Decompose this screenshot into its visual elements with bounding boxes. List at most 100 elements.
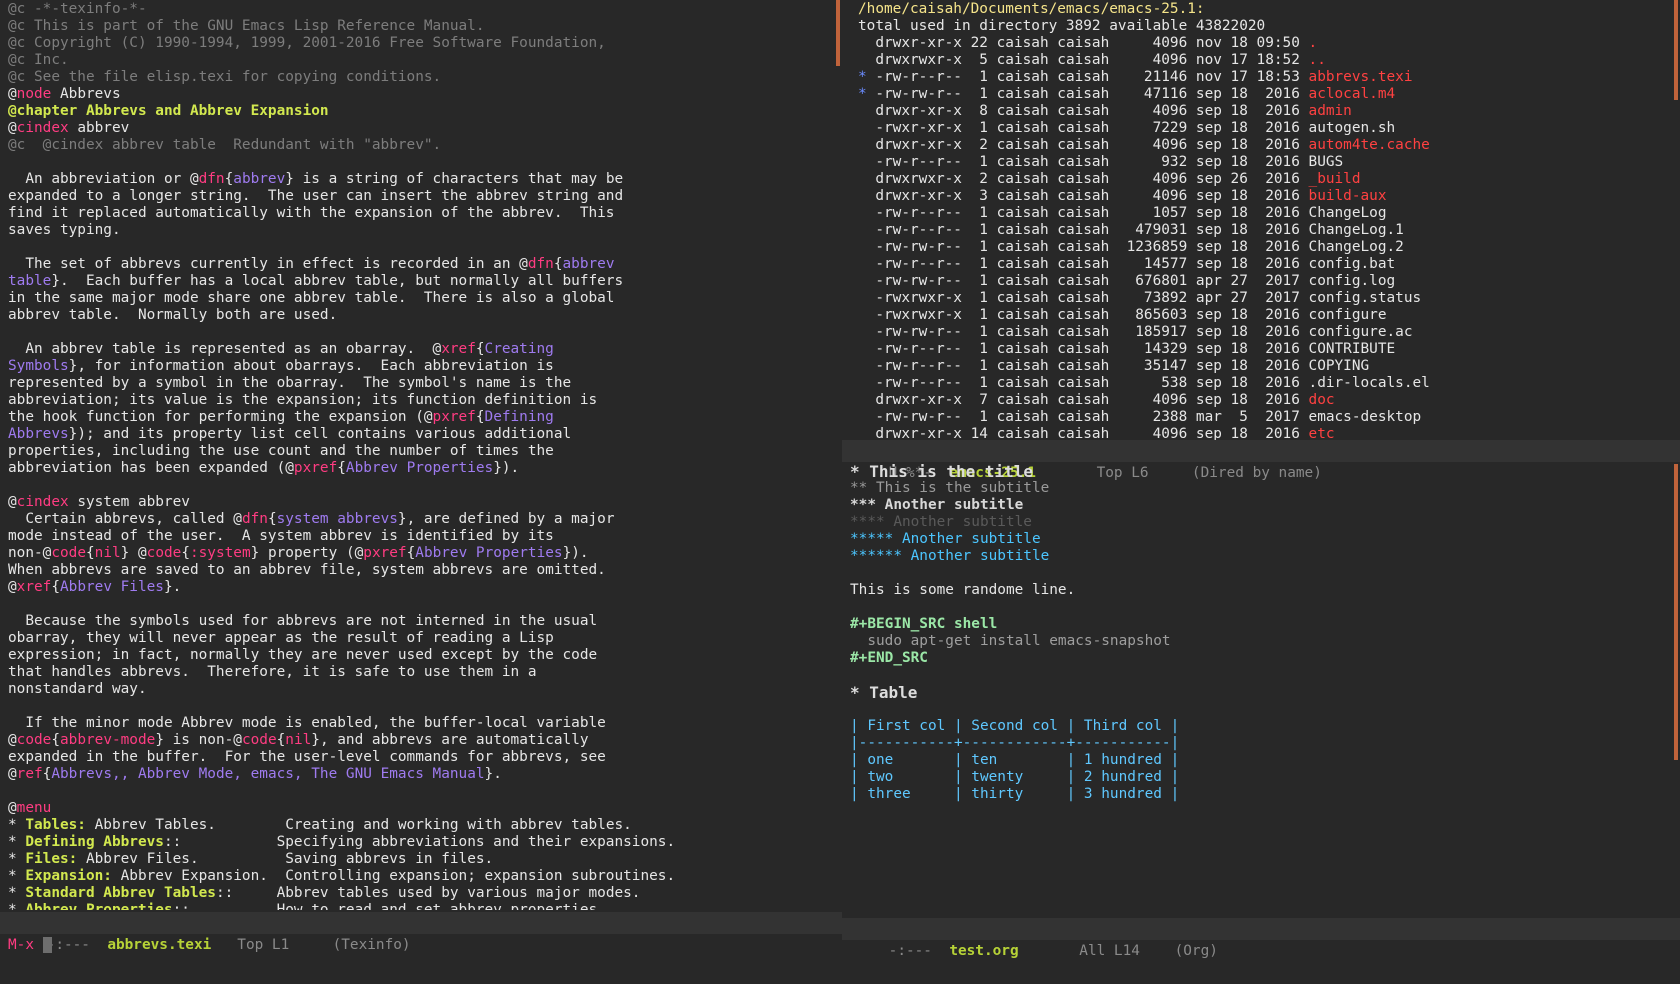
text-segment: This is some randome line. <box>850 582 1076 598</box>
dired-file-row[interactable]: drwxrwxr-x 5 caisah caisah 4096 nov 17 1… <box>858 52 1680 69</box>
minibuffer[interactable]: M-x <box>0 934 1680 956</box>
dired-mark <box>858 239 867 255</box>
dired-file-row[interactable]: -rw-r--r-- 1 caisah caisah 14329 sep 18 … <box>858 341 1680 358</box>
dired-file-name[interactable]: configure.ac <box>1309 324 1413 340</box>
dired-file-name[interactable]: COPYING <box>1309 358 1370 374</box>
dired-file-row[interactable]: drwxr-xr-x 14 caisah caisah 4096 sep 18 … <box>858 426 1680 440</box>
dired-file-row[interactable]: drwxr-xr-x 7 caisah caisah 4096 sep 18 2… <box>858 392 1680 409</box>
text-segment: abbrev <box>233 171 286 187</box>
dired-file-name[interactable]: _build <box>1309 171 1361 187</box>
dired-file-row[interactable]: * -rw-r--r-- 1 caisah caisah 21146 nov 1… <box>858 69 1680 86</box>
text-segment: @c This is part of the GNU Emacs Lisp Re… <box>8 18 485 34</box>
dired-file-row[interactable]: drwxr-xr-x 8 caisah caisah 4096 sep 18 2… <box>858 103 1680 120</box>
dired-file-name[interactable]: BUGS <box>1309 154 1344 170</box>
text-segment: { <box>51 579 60 595</box>
dired-file-row[interactable]: -rw-r--r-- 1 caisah caisah 35147 sep 18 … <box>858 358 1680 375</box>
dired-file-name[interactable]: CONTRIBUTE <box>1309 341 1396 357</box>
text-segment: the hook function for performing the exp… <box>8 409 433 425</box>
org-buffer-text[interactable]: * This is the title ** This is the subtit… <box>842 462 1680 803</box>
text-line: If the minor mode Abbrev mode is enabled… <box>8 715 842 732</box>
dired-file-name[interactable]: config.status <box>1309 290 1422 306</box>
dired-file-row[interactable]: -rwxrwxr-x 1 caisah caisah 73892 apr 27 … <box>858 290 1680 307</box>
dired-file-name[interactable]: ChangeLog <box>1309 205 1387 221</box>
text-segment: Tables: <box>25 817 86 833</box>
dired-file-name[interactable]: autom4te.cache <box>1309 137 1430 153</box>
dired-file-row[interactable]: -rw-r--r-- 1 caisah caisah 1057 sep 18 2… <box>858 205 1680 222</box>
text-line <box>8 477 842 494</box>
text-line: nonstandard way. <box>8 681 842 698</box>
text-line: ****** Another subtitle <box>850 548 1680 565</box>
dired-file-row[interactable]: -rw-rw-r-- 1 caisah caisah 2388 mar 5 20… <box>858 409 1680 426</box>
dired-file-meta: -rw-r--r-- 1 caisah caisah 1057 sep 18 2… <box>866 205 1309 221</box>
text-line: @c Copyright (C) 1990-1994, 1999, 2001-2… <box>8 35 842 52</box>
dired-file-row[interactable]: -rw-r--r-- 1 caisah caisah 932 sep 18 20… <box>858 154 1680 171</box>
dired-file-meta: -rw-r--r-- 1 caisah caisah 21146 nov 17 … <box>866 69 1309 85</box>
dired-window[interactable]: /home/caisah/Documents/emacs/emacs-25.1:… <box>842 0 1680 440</box>
dired-file-row[interactable]: drwxr-xr-x 22 caisah caisah 4096 nov 18 … <box>858 35 1680 52</box>
dired-file-row[interactable]: * -rw-rw-r-- 1 caisah caisah 47116 sep 1… <box>858 86 1680 103</box>
dired-file-name[interactable]: . <box>1309 35 1318 51</box>
org-window[interactable]: * This is the title ** This is the subtit… <box>842 462 1680 908</box>
dired-file-row[interactable]: -rw-rw-r-- 1 caisah caisah 676801 apr 27… <box>858 273 1680 290</box>
dired-file-row[interactable]: -rw-r--r-- 1 caisah caisah 479031 sep 18… <box>858 222 1680 239</box>
text-segment: expanded to a longer string. The user ca… <box>8 188 624 204</box>
text-segment: pxref <box>363 545 407 561</box>
text-segment: :system <box>189 545 251 561</box>
text-segment: @c See the file elisp.texi for copying c… <box>8 69 442 85</box>
dired-file-name[interactable]: ChangeLog.2 <box>1309 239 1404 255</box>
dired-file-name[interactable]: abbrevs.texi <box>1309 69 1413 85</box>
dired-file-row[interactable]: -rw-r--r-- 1 caisah caisah 538 sep 18 20… <box>858 375 1680 392</box>
dired-file-name[interactable]: .dir-locals.el <box>1309 375 1430 391</box>
dired-file-name[interactable]: aclocal.m4 <box>1309 86 1396 102</box>
text-segment: dfn <box>527 256 554 272</box>
text-line <box>8 783 842 800</box>
dired-file-name[interactable]: configure <box>1309 307 1387 323</box>
text-line: * This is the title <box>850 463 1680 480</box>
dired-file-name[interactable]: ChangeLog.1 <box>1309 222 1404 238</box>
text-line: * Defining Abbrevs:: Specifying abbrevia… <box>8 834 842 851</box>
dired-file-row[interactable]: drwxrwxr-x 2 caisah caisah 4096 sep 26 2… <box>858 171 1680 188</box>
dired-file-name[interactable]: etc <box>1309 426 1335 440</box>
text-segment: abbrev <box>562 256 615 272</box>
dired-file-meta: -rw-r--r-- 1 caisah caisah 35147 sep 18 … <box>866 358 1309 374</box>
text-line: find it replaced automatically with the … <box>8 205 842 222</box>
dired-mark: * <box>858 86 867 102</box>
text-segment: abbrev table. Normally both are used. <box>8 307 338 323</box>
dired-file-name[interactable]: .. <box>1309 52 1326 68</box>
text-line: @menu <box>8 800 842 817</box>
dired-file-name[interactable]: autogen.sh <box>1309 120 1396 136</box>
text-segment: }). <box>493 460 520 476</box>
dired-file-name[interactable]: config.log <box>1309 273 1396 289</box>
text-line: ***** Another subtitle <box>850 531 1680 548</box>
dired-file-name[interactable]: emacs-desktop <box>1309 409 1422 425</box>
text-segment: { <box>337 460 346 476</box>
dired-file-name[interactable]: build-aux <box>1309 188 1387 204</box>
text-line <box>8 698 842 715</box>
dired-file-row[interactable]: drwxr-xr-x 3 caisah caisah 4096 sep 18 2… <box>858 188 1680 205</box>
text-segment: Abbrev Properties <box>25 902 173 910</box>
text-segment: find it replaced automatically with the … <box>8 205 615 221</box>
dired-file-row[interactable]: -rwxr-xr-x 1 caisah caisah 7229 sep 18 2… <box>858 120 1680 137</box>
texinfo-buffer-text[interactable]: @c -*-texinfo-*- @c This is part of the G… <box>0 0 842 910</box>
dired-file-row[interactable]: -rwxrwxr-x 1 caisah caisah 865603 sep 18… <box>858 307 1680 324</box>
text-segment: nonstandard way. <box>8 681 147 697</box>
dired-total-line: total used in directory 3892 available 4… <box>858 18 1266 34</box>
dired-listing[interactable]: /home/caisah/Documents/emacs/emacs-25.1:… <box>842 0 1680 440</box>
dired-file-name[interactable]: config.bat <box>1309 256 1396 272</box>
dired-file-row[interactable]: -rw-rw-r-- 1 caisah caisah 1236859 sep 1… <box>858 239 1680 256</box>
dired-header-path: /home/caisah/Documents/emacs/emacs-25.1: <box>858 1 1205 17</box>
dired-file-name[interactable]: doc <box>1309 392 1335 408</box>
text-segment: @c @cindex abbrev table Redundant with "… <box>8 137 442 153</box>
text-segment: The set of abbrevs currently in effect i… <box>8 256 528 272</box>
dired-file-meta: -rwxr-xr-x 1 caisah caisah 7229 sep 18 2… <box>866 120 1309 136</box>
texinfo-window[interactable]: @c -*-texinfo-*- @c This is part of the G… <box>0 0 842 910</box>
dired-file-name[interactable]: admin <box>1309 103 1352 119</box>
text-segment: ** This is the subtitle <box>850 480 1050 496</box>
dired-file-row[interactable]: -rw-rw-r-- 1 caisah caisah 185917 sep 18… <box>858 324 1680 341</box>
dired-file-row[interactable]: drwxr-xr-x 2 caisah caisah 4096 sep 18 2… <box>858 137 1680 154</box>
text-segment: }). <box>562 545 589 561</box>
text-line: Symbols}, for information about obarrays… <box>8 358 842 375</box>
dired-file-row[interactable]: -rw-r--r-- 1 caisah caisah 14577 sep 18 … <box>858 256 1680 273</box>
text-segment: Abbrevs <box>8 426 69 442</box>
text-segment: |-----------+------------+-----------| <box>850 735 1180 751</box>
